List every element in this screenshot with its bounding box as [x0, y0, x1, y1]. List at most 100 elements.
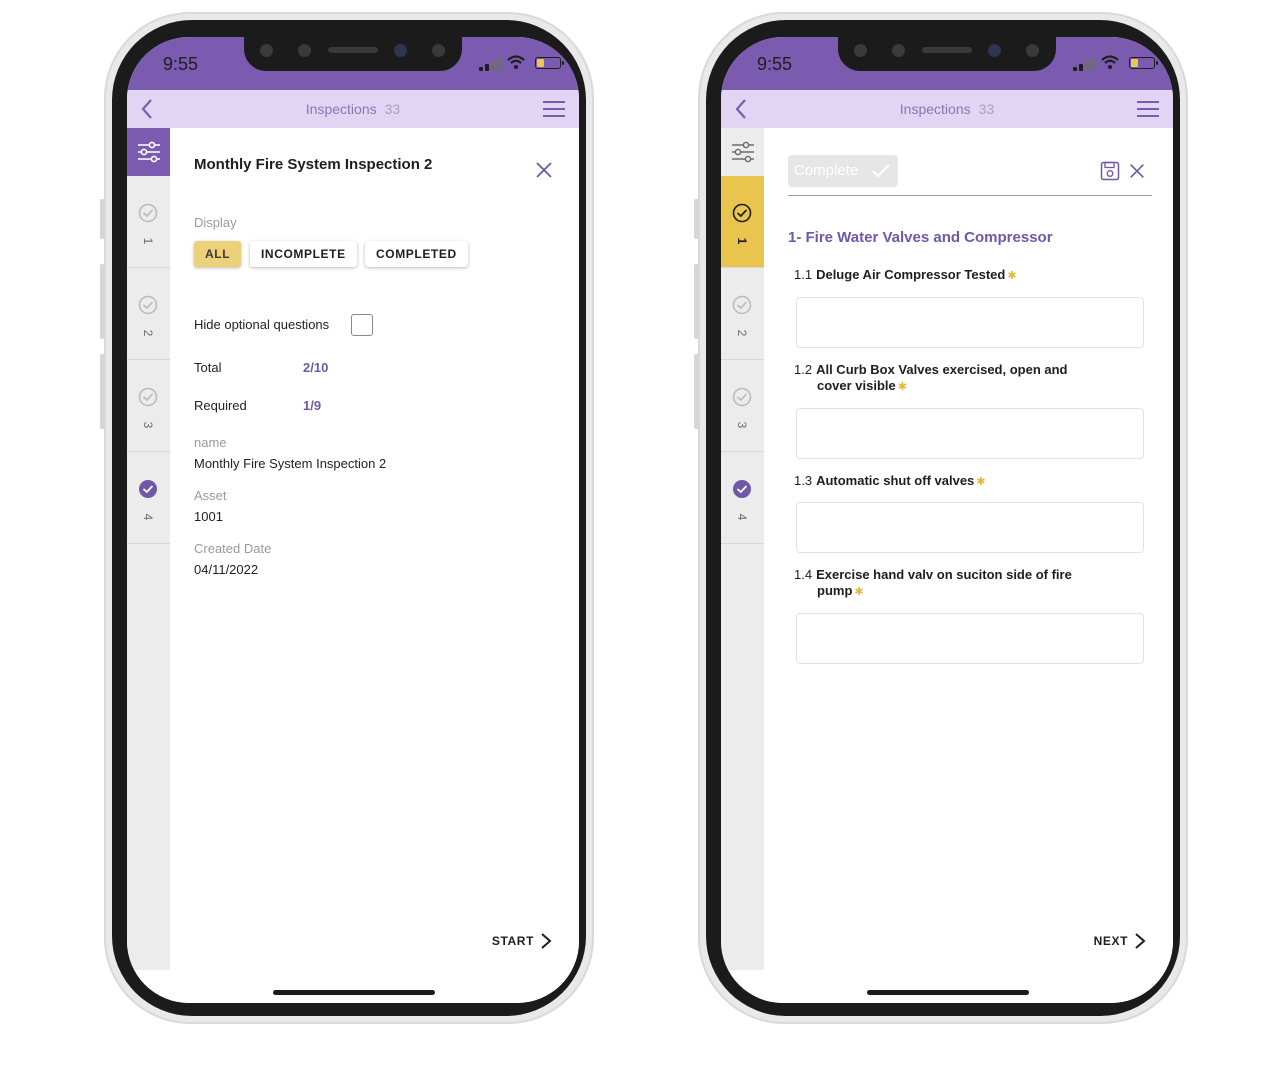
checkmark-icon: [872, 164, 890, 178]
home-indicator[interactable]: [867, 990, 1029, 995]
step-3[interactable]: 3: [721, 360, 764, 452]
nav-title: Inspections 33: [127, 101, 579, 117]
step-number: 3: [141, 421, 155, 429]
hamburger-menu-icon[interactable]: [1137, 100, 1159, 118]
volume-down-button: [100, 354, 105, 429]
phone-left: 9:55 Inspections 33 1 2 3 4 Monthly Fire…: [100, 12, 594, 1024]
step-1[interactable]: 1: [127, 176, 170, 268]
header-divider: [788, 195, 1152, 196]
close-icon[interactable]: [1128, 162, 1146, 180]
step-number: 1: [735, 237, 749, 245]
name-value: Monthly Fire System Inspection 2: [194, 456, 387, 471]
filter-incomplete-button[interactable]: INCOMPLETE: [250, 241, 357, 267]
answer-field-1-3[interactable]: [796, 502, 1144, 553]
signal-icon: [1073, 57, 1095, 71]
answer-field-1-2[interactable]: [796, 408, 1144, 459]
sensor-dot: [1026, 44, 1039, 57]
hide-optional-checkbox[interactable]: [351, 314, 373, 336]
step-1[interactable]: 1: [721, 176, 764, 268]
next-label: NEXT: [1093, 934, 1128, 948]
check-circle-filled-icon: [139, 480, 157, 498]
step-number: 1: [141, 237, 155, 245]
camera-dot: [988, 44, 1001, 57]
home-indicator[interactable]: [273, 990, 435, 995]
question-number: 1.3: [794, 473, 813, 488]
filter-all-button[interactable]: ALL: [194, 241, 242, 267]
battery-icon: [1129, 57, 1158, 69]
status-time: 9:55: [163, 54, 199, 74]
answer-field-1-1[interactable]: [796, 297, 1144, 348]
sensor-dot: [260, 44, 273, 57]
sensor-dot: [432, 44, 445, 57]
step-2[interactable]: 2: [721, 268, 764, 360]
chevron-right-icon: [1135, 933, 1146, 949]
required-value: 1/9: [303, 398, 322, 413]
asset-label: Asset: [194, 488, 227, 503]
nav-bar: Inspections 33: [721, 90, 1173, 128]
speaker-slot: [922, 47, 972, 53]
check-circle-icon: [732, 387, 752, 407]
filter-toggle[interactable]: [721, 128, 764, 176]
question-1-3: 1.3 Automatic shut off valves ✱: [794, 473, 1104, 490]
step-number: 2: [141, 329, 155, 337]
mute-switch: [100, 199, 105, 239]
notch: [838, 37, 1056, 71]
stage: 9:55 Inspections 33 1 2 3 4 Monthly Fire…: [0, 0, 1287, 1067]
required-label: Required: [194, 398, 247, 413]
speaker-slot: [328, 47, 378, 53]
check-circle-icon: [138, 203, 158, 223]
close-icon[interactable]: [534, 160, 554, 180]
question-text: Deluge Air Compressor Tested: [816, 267, 1006, 282]
complete-button[interactable]: Complete: [788, 155, 898, 187]
question-text: Exercise hand valv on suciton side of fi…: [816, 567, 1072, 582]
check-circle-icon: [732, 203, 752, 223]
filter-toggle[interactable]: [127, 128, 170, 176]
sliders-icon: [731, 141, 754, 163]
check-circle-icon: [138, 387, 158, 407]
wifi-icon: [507, 55, 525, 69]
step-4[interactable]: 4: [721, 452, 764, 544]
next-button[interactable]: NEXT: [1094, 932, 1146, 950]
signal-icon: [479, 57, 501, 71]
sensor-dot: [298, 44, 311, 57]
step-rail: 1 2 3 4: [127, 128, 170, 970]
question-number: 1.1: [794, 267, 813, 282]
nav-count: 33: [384, 101, 401, 117]
question-1-2: 1.2 All Curb Box Valves exercised, open a…: [794, 362, 1104, 395]
section-title: 1- Fire Water Valves and Compressor: [788, 229, 1053, 246]
step-number: 4: [141, 513, 155, 521]
question-section-panel: Complete 1- Fire Water Valves and Compre…: [764, 128, 1173, 970]
filter-completed-button[interactable]: COMPLETED: [365, 241, 468, 267]
nav-title: Inspections 33: [721, 101, 1173, 117]
step-rail: 1 2 3 4: [721, 128, 764, 970]
step-4[interactable]: 4: [127, 452, 170, 544]
created-date-label: Created Date: [194, 541, 272, 556]
nav-title-text: Inspections: [305, 101, 377, 117]
phone-right: 9:55 Inspections 33 1 2 3 4 Complete 1- …: [694, 12, 1188, 1024]
question-text-cont: cover visible: [817, 378, 896, 393]
inspection-filter-panel: Monthly Fire System Inspection 2 Display…: [170, 128, 579, 970]
step-number: 3: [735, 421, 749, 429]
sliders-icon: [137, 141, 160, 163]
question-number: 1.2: [794, 362, 813, 377]
question-text: All Curb Box Valves exercised, open and: [816, 362, 1068, 377]
save-icon[interactable]: [1100, 161, 1120, 181]
step-3[interactable]: 3: [127, 360, 170, 452]
start-button[interactable]: START: [492, 932, 552, 950]
status-bar: 9:55: [127, 37, 579, 90]
complete-label: Complete: [794, 162, 859, 179]
screen-left: 9:55 Inspections 33 1 2 3 4 Monthly Fire…: [127, 37, 579, 1003]
step-2[interactable]: 2: [127, 268, 170, 360]
required-star-icon: ✱: [1007, 270, 1017, 282]
hamburger-menu-icon[interactable]: [543, 100, 565, 118]
required-star-icon: ✱: [854, 586, 864, 598]
total-label: Total: [194, 360, 222, 375]
answer-field-1-4[interactable]: [796, 613, 1144, 664]
question-1-4: 1.4 Exercise hand valv on suciton side of…: [794, 567, 1104, 600]
sensor-dot: [854, 44, 867, 57]
volume-down-button: [694, 354, 699, 429]
inspection-title: Monthly Fire System Inspection 2: [194, 156, 433, 173]
hide-optional-label: Hide optional questions: [194, 317, 330, 332]
battery-icon: [535, 57, 564, 69]
volume-up-button: [100, 264, 105, 339]
